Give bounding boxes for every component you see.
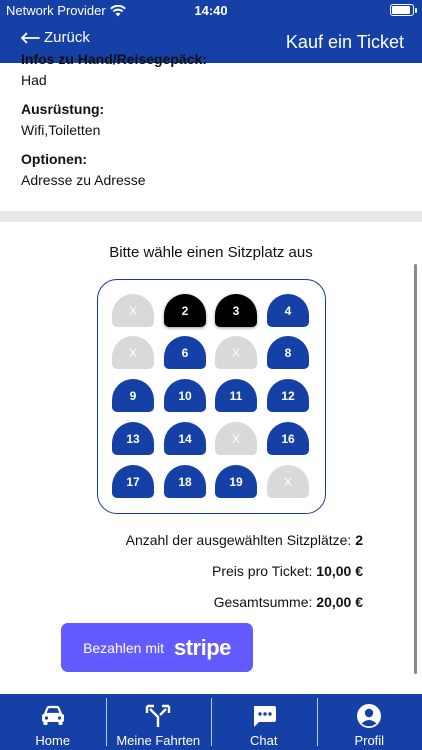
routes-icon <box>146 704 171 727</box>
seat-19[interactable]: 19 <box>215 465 257 498</box>
seat-1: X <box>112 294 154 327</box>
back-button[interactable]: Zurück <box>20 29 90 46</box>
total-value: 20,00 € <box>316 594 363 610</box>
car-icon <box>41 705 64 725</box>
pay-button-label: Bezahlen mit <box>83 639 164 656</box>
seat-18[interactable]: 18 <box>164 465 206 498</box>
field-label-options: Optionen: <box>21 151 88 167</box>
scrollbar[interactable] <box>414 264 417 674</box>
seat-9[interactable]: 9 <box>112 379 154 412</box>
trip-details: Infos zu Hand/Reisegepäck: Had Ausrüstun… <box>21 50 401 189</box>
seat-2[interactable]: 2 <box>164 294 206 327</box>
selected-count-value: 2 <box>355 532 363 548</box>
seat-20: X <box>267 465 309 498</box>
tab-profile[interactable]: Profil <box>316 694 422 750</box>
ticket-price-label: Preis pro Ticket: <box>212 563 313 579</box>
seat-4[interactable]: 4 <box>267 294 309 327</box>
battery-icon <box>390 4 417 16</box>
tab-home-label: Home <box>35 733 71 748</box>
seat-7: X <box>215 336 257 369</box>
total-row: Gesamtsumme: 20,00 € <box>214 594 363 610</box>
seat-map: X 2 3 4 X 6 X 8 9 10 11 12 13 14 X 16 17 18 19 X <box>97 279 326 514</box>
pay-with-stripe-button[interactable]: Bezahlen mit stripe <box>61 623 253 672</box>
seat-6[interactable]: 6 <box>164 336 206 369</box>
seat-3[interactable]: 3 <box>215 294 257 327</box>
field-value-equipment: Wifi,Toiletten <box>21 122 101 138</box>
status-bar: Network Provider 14:40 <box>0 0 422 22</box>
seat-16[interactable]: 16 <box>267 422 309 455</box>
total-label: Gesamtsumme: <box>213 594 313 610</box>
seat-14[interactable]: 14 <box>164 422 206 455</box>
seat-heading: Bitte wähle einen Sitzplatz aus <box>109 244 313 261</box>
profile-icon <box>357 704 382 728</box>
field-options: Optionen: Adresse zu Adresse <box>21 150 401 189</box>
field-label-cut: Infos zu Hand/Reisegepäck: <box>21 51 207 67</box>
selected-count-row: Anzahl der ausgewählten Sitzplätze: 2 <box>126 532 363 548</box>
seat-12[interactable]: 12 <box>267 379 309 412</box>
back-label: Zurück <box>44 29 90 46</box>
ticket-price-value: 10,00 € <box>316 563 363 579</box>
seat-17[interactable]: 17 <box>112 465 154 498</box>
field-value-options: Adresse zu Adresse <box>21 172 146 188</box>
tab-chat[interactable]: Chat <box>211 694 317 750</box>
stripe-logo: stripe <box>174 634 231 660</box>
selected-count-label: Anzahl der ausgewählten Sitzplätze: <box>125 532 352 548</box>
seat-5: X <box>112 336 154 369</box>
section-divider <box>0 211 422 222</box>
chat-icon <box>253 706 276 727</box>
arrow-left-icon <box>20 32 40 43</box>
field-equipment: Ausrüstung: Wifi,Toiletten <box>21 100 401 139</box>
tab-chat-label: Chat <box>250 733 278 748</box>
seat-10[interactable]: 10 <box>164 379 206 412</box>
tab-my-rides[interactable]: Meine Fahrten <box>105 694 212 750</box>
seat-11[interactable]: 11 <box>215 379 257 412</box>
field-value-luggage: Had <box>21 72 47 88</box>
status-time: 14:40 <box>194 3 228 18</box>
tab-home[interactable]: Home <box>0 694 106 750</box>
field-label-equipment: Ausrüstung: <box>21 101 105 117</box>
tab-profile-label: Profil <box>354 733 385 748</box>
seat-13[interactable]: 13 <box>112 422 154 455</box>
seat-8[interactable]: 8 <box>267 336 309 369</box>
ticket-price-row: Preis pro Ticket: 10,00 € <box>212 563 363 579</box>
tab-my-rides-label: Meine Fahrten <box>116 733 201 748</box>
tab-bar: Home Meine Fahrten Chat Profil <box>0 694 422 750</box>
seat-15: X <box>215 422 257 455</box>
